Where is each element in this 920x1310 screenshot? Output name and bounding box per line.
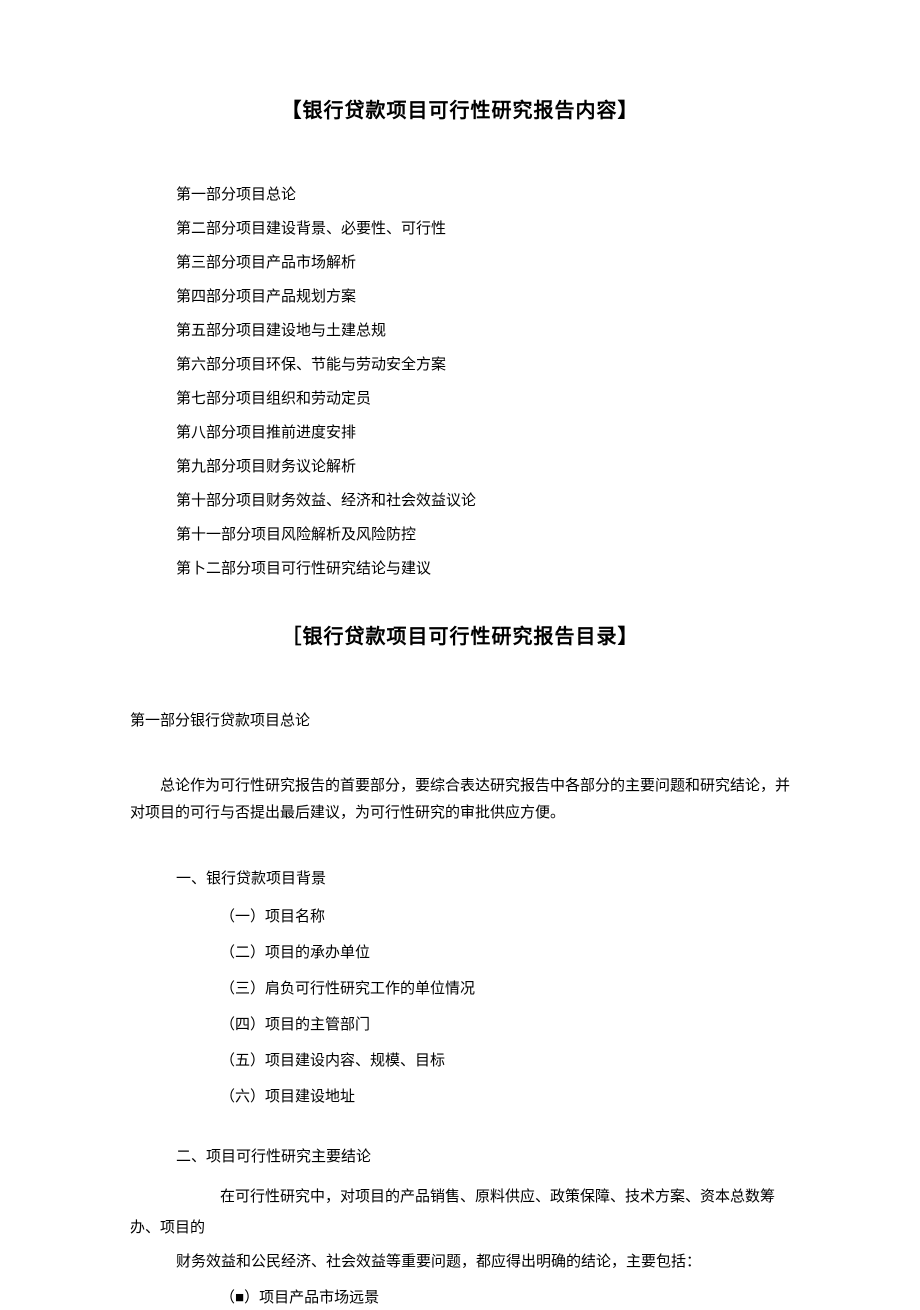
part-item: 第九部分项目财务议论解析	[176, 455, 790, 479]
list-item: （■）项目产品市场远景	[220, 1286, 790, 1310]
part-item: 第二部分项目建设背景、必要性、可行性	[176, 217, 790, 241]
part-item: 第十一部分项目风险解析及风险防控	[176, 523, 790, 547]
list-item: （四）项目的主管部门	[220, 1013, 790, 1037]
list-item: （二）项目的承办单位	[220, 941, 790, 965]
paragraph-line: 财务效益和公民经济、社会效益等重要问题，都应得出明确的结论，主要包括：	[176, 1250, 790, 1274]
part-item: 第六部分项目环保、节能与劳动安全方案	[176, 353, 790, 377]
subsection-2-heading: 二、项目可行性研究主要结论	[176, 1145, 790, 1169]
list-item: （三）肩负可行性研究工作的单位情况	[220, 977, 790, 1001]
list-item: （五）项目建设内容、规模、目标	[220, 1049, 790, 1073]
list-item: （六）项目建设地址	[220, 1085, 790, 1109]
section-1-intro: 总论作为可行性研究报告的首要部分，要综合表达研究报告中各部分的主要问题和研究结论…	[130, 773, 790, 827]
part-item: 第七部分项目组织和劳动定员	[176, 387, 790, 411]
subsection-1-heading: 一、银行贷款项目背景	[176, 867, 790, 891]
part-item: 第一部分项目总论	[176, 183, 790, 207]
paragraph-line: 办、项目的	[130, 1216, 790, 1240]
parts-overview-list: 第一部分项目总论 第二部分项目建设背景、必要性、可行性 第三部分项目产品市场解析…	[176, 183, 790, 581]
paren-open: （	[220, 1290, 235, 1306]
document-title-2: ［银行贷款项目可行性研究报告目录】	[130, 621, 790, 653]
list-item: （一）项目名称	[220, 905, 790, 929]
document-title-1: 【银行贷款项目可行性研究报告内容】	[130, 95, 790, 127]
part-item: 第五部分项目建设地与土建总规	[176, 319, 790, 343]
filled-square-icon: ■	[235, 1289, 244, 1306]
paragraph-line: 在可行性研究中，对项目的产品销售、原料供应、政策保障、技术方案、资本总数筹	[220, 1183, 790, 1212]
item-text: ）项目产品市场远景	[244, 1290, 379, 1306]
part-item: 第三部分项目产品市场解析	[176, 251, 790, 275]
section-1-heading: 第一部分银行贷款项目总论	[130, 709, 790, 733]
part-item: 第卜二部分项目可行性研究结论与建议	[176, 557, 790, 581]
part-item: 第八部分项目推前进度安排	[176, 421, 790, 445]
part-item: 第四部分项目产品规划方案	[176, 285, 790, 309]
part-item: 第十部分项目财务效益、经济和社会效益议论	[176, 489, 790, 513]
